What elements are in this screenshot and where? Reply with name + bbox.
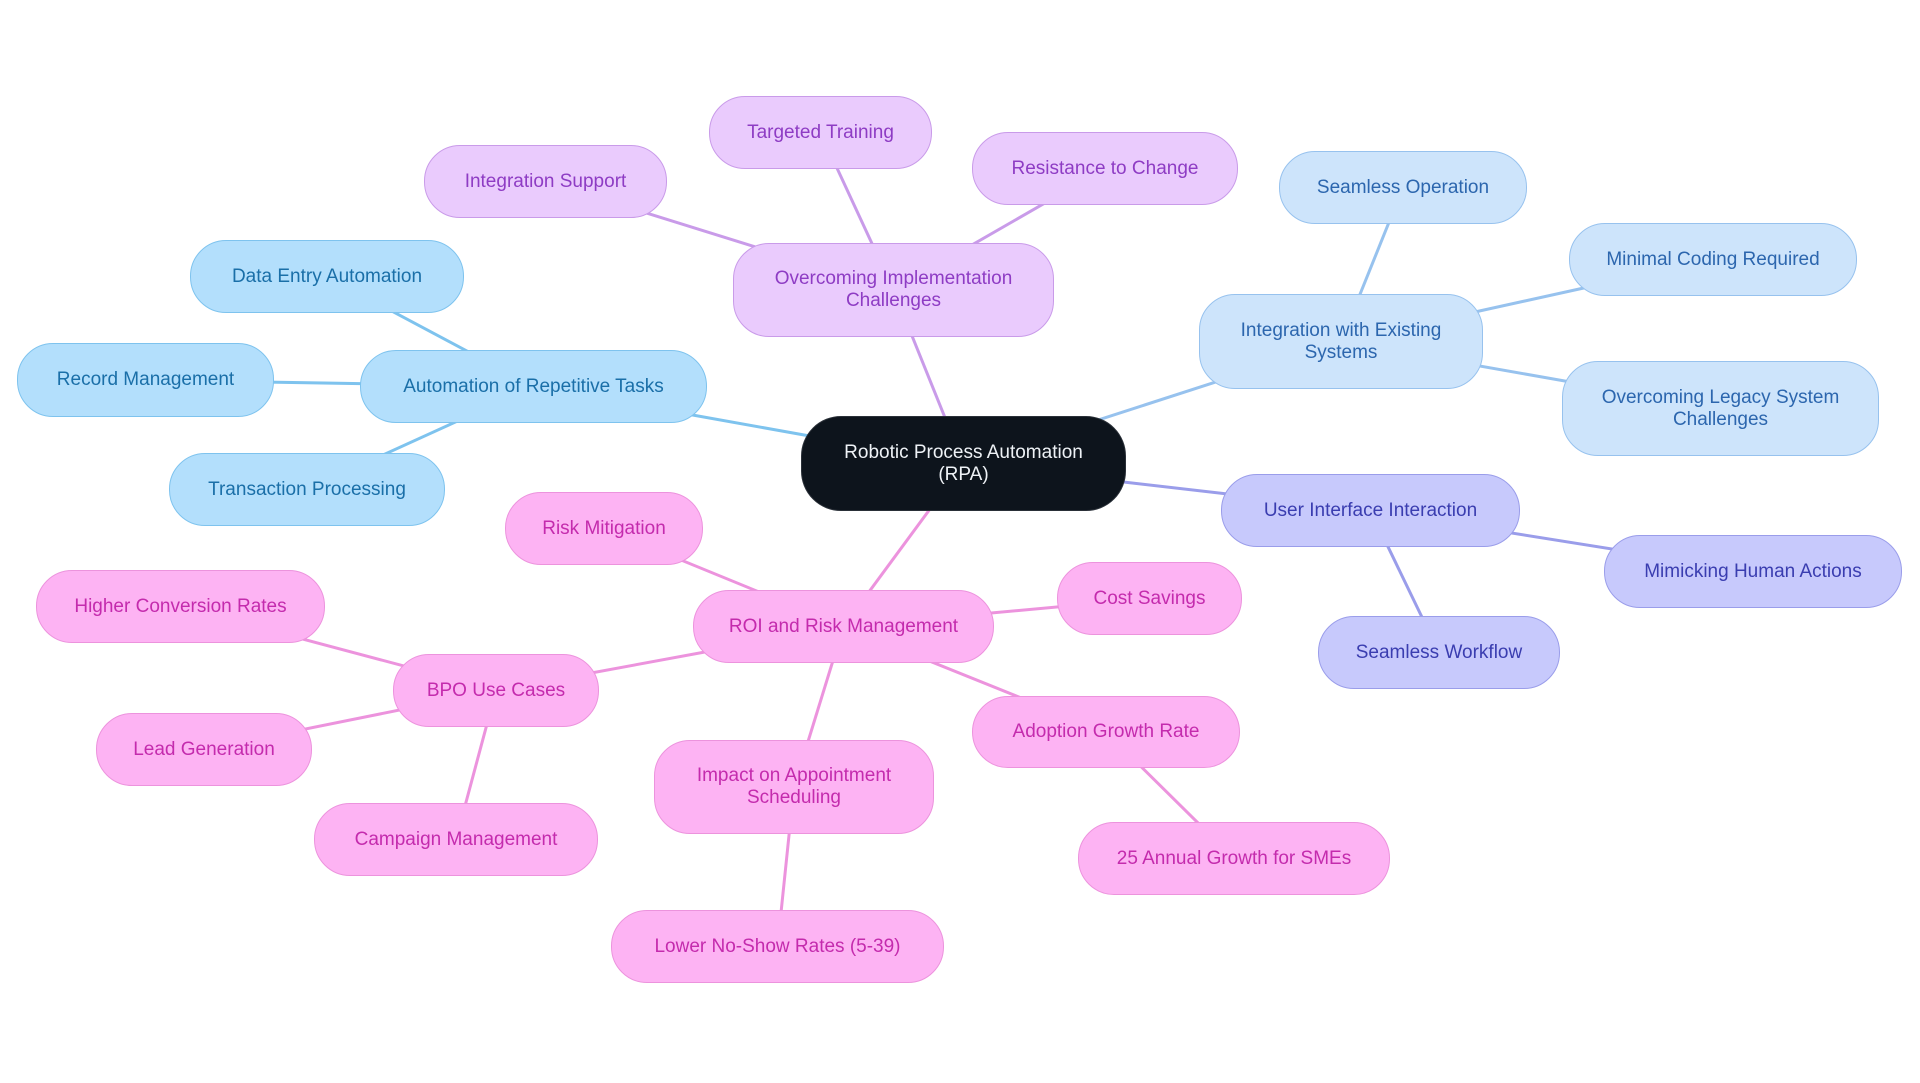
node-integration-with-existing-systems[interactable]: Integration with Existing Systems — [1199, 294, 1483, 389]
node-label: 25 Annual Growth for SMEs — [1116, 847, 1352, 869]
node-label-line1: Overcoming Implementation — [774, 268, 1013, 289]
node-seamless-workflow[interactable]: Seamless Workflow — [1318, 616, 1560, 689]
node-overcoming-legacy-system-challenges[interactable]: Overcoming Legacy System Challenges — [1562, 361, 1879, 456]
node-label: Data Entry Automation — [231, 265, 423, 287]
node-bpo-use-cases[interactable]: BPO Use Cases — [393, 654, 599, 727]
node-label-line1: Impact on Appointment — [696, 765, 892, 786]
node-campaign-management[interactable]: Campaign Management — [314, 803, 598, 876]
node-transaction-processing[interactable]: Transaction Processing — [169, 453, 445, 526]
node-label: Automation of Repetitive Tasks — [403, 375, 664, 397]
node-label: Higher Conversion Rates — [74, 595, 287, 617]
node-label: Adoption Growth Rate — [1012, 721, 1200, 742]
node-roi-and-risk-management[interactable]: ROI and Risk Management — [693, 590, 994, 663]
node-label: Integration Support — [464, 170, 627, 192]
node-cost-savings[interactable]: Cost Savings — [1057, 562, 1242, 635]
node-targeted-training[interactable]: Targeted Training — [709, 96, 932, 169]
node-integration-support[interactable]: Integration Support — [424, 145, 667, 218]
root-node[interactable]: Robotic Process Automation (RPA) — [801, 416, 1126, 511]
node-label-line2: Challenges — [1672, 408, 1769, 430]
node-label: Targeted Training — [747, 121, 894, 143]
node-impact-on-appointment-scheduling[interactable]: Impact on Appointment Scheduling — [654, 740, 934, 834]
node-label-line2: Systems — [1304, 341, 1378, 363]
node-label: Lower No-Show Rates (5-39) — [654, 935, 901, 957]
node-label: Campaign Management — [354, 828, 558, 850]
node-label: User Interface Interaction — [1263, 499, 1478, 521]
root-label-line1: Robotic Process Automation — [844, 441, 1083, 463]
node-mimicking-human-actions[interactable]: Mimicking Human Actions — [1604, 535, 1902, 608]
node-label: Seamless Operation — [1316, 176, 1490, 198]
node-label-line1: Integration with Existing — [1240, 319, 1442, 341]
node-label: Record Management — [56, 369, 235, 390]
node-label: Seamless Workflow — [1355, 641, 1523, 663]
node-record-management[interactable]: Record Management — [17, 343, 274, 417]
node-label: Resistance to Change — [1011, 157, 1199, 179]
node-lower-no-show-rates[interactable]: Lower No-Show Rates (5-39) — [611, 910, 944, 983]
node-data-entry-automation[interactable]: Data Entry Automation — [190, 240, 464, 313]
node-label: Lead Generation — [133, 738, 275, 760]
node-user-interface-interaction[interactable]: User Interface Interaction — [1221, 474, 1520, 547]
node-lead-generation[interactable]: Lead Generation — [96, 713, 312, 786]
node-seamless-operation[interactable]: Seamless Operation — [1279, 151, 1527, 224]
node-annual-growth-for-smes[interactable]: 25 Annual Growth for SMEs — [1078, 822, 1390, 895]
node-label: ROI and Risk Management — [728, 615, 959, 637]
node-label: Risk Mitigation — [542, 517, 666, 539]
node-resistance-to-change[interactable]: Resistance to Change — [972, 132, 1238, 205]
node-risk-mitigation[interactable]: Risk Mitigation — [505, 492, 703, 565]
node-minimal-coding-required[interactable]: Minimal Coding Required — [1569, 223, 1857, 296]
node-label: BPO Use Cases — [426, 679, 566, 701]
node-label-line2: Scheduling — [746, 787, 842, 808]
node-label: Cost Savings — [1093, 587, 1206, 609]
node-higher-conversion-rates[interactable]: Higher Conversion Rates — [36, 570, 325, 643]
node-overcoming-implementation-challenges[interactable]: Overcoming Implementation Challenges — [733, 243, 1054, 337]
root-label-line2: (RPA) — [938, 463, 989, 485]
node-label: Transaction Processing — [208, 478, 406, 500]
node-automation-of-repetitive-tasks[interactable]: Automation of Repetitive Tasks — [360, 350, 707, 423]
node-adoption-growth-rate[interactable]: Adoption Growth Rate — [972, 696, 1240, 768]
node-label-line1: Overcoming Legacy System — [1601, 386, 1840, 408]
node-label: Minimal Coding Required — [1606, 248, 1820, 270]
node-label-line2: Challenges — [845, 290, 942, 311]
node-label: Mimicking Human Actions — [1644, 560, 1862, 582]
